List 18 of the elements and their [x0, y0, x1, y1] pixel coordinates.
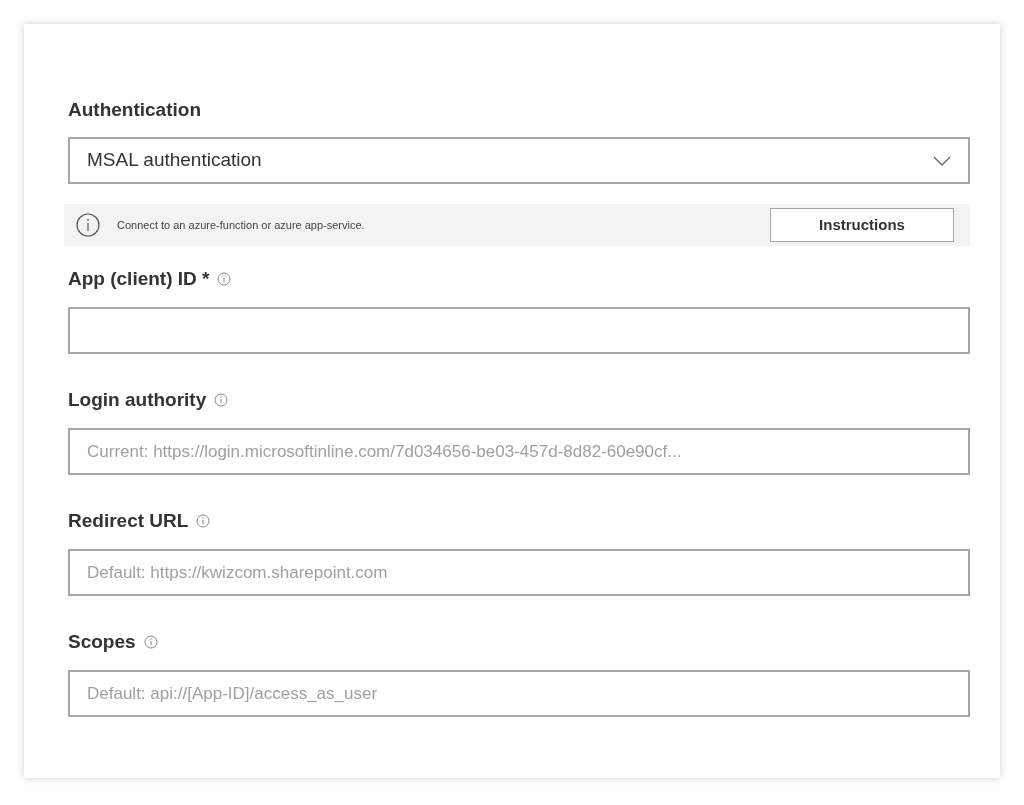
info-icon[interactable]	[196, 514, 211, 528]
instructions-button[interactable]: Instructions	[770, 208, 954, 242]
input-field[interactable]: Default: api://[App-ID]/access_as_user	[68, 670, 970, 717]
field-label: Redirect URL	[68, 508, 189, 533]
info-icon[interactable]	[143, 635, 158, 649]
input-field[interactable]: Default: https://kwizcom.sharepoint.com	[68, 549, 970, 596]
info-icon[interactable]	[214, 393, 229, 407]
info-message: Connect to an azure-function or azure app-service.	[117, 217, 366, 233]
field-label: Authentication	[68, 97, 202, 122]
field-label: App (client) ID *	[68, 266, 210, 291]
info-icon[interactable]	[217, 272, 232, 286]
input-field[interactable]: Current: https://login.microsoftinline.com/7d034656-be03-457d-8d82-60e90cf...	[68, 428, 970, 475]
field-label: Login authority	[68, 387, 207, 412]
authentication-dropdown[interactable]: MSAL authentication	[68, 137, 970, 184]
field-label: Scopes	[68, 629, 136, 654]
chevron-down-icon	[933, 155, 951, 166]
input-field[interactable]	[68, 307, 970, 354]
info-icon	[76, 213, 100, 237]
